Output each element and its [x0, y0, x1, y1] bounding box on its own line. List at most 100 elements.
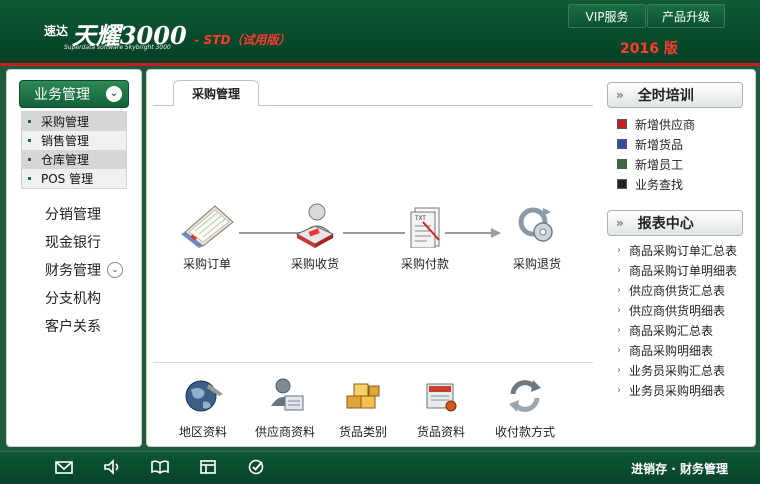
chevron-right-icon: ›: [617, 384, 621, 396]
report-item[interactable]: › 业务员采购明细表: [617, 380, 737, 400]
training-item-new-supplier[interactable]: 新增供应商: [617, 114, 695, 134]
report-item-label: 业务员采购明细表: [629, 383, 726, 398]
notebook-icon: [181, 205, 234, 248]
svg-text:TXT: TXT: [415, 215, 426, 222]
book-icon[interactable]: [150, 458, 170, 476]
submenu-label: POS 管理: [41, 172, 94, 186]
flow-purchase-order[interactable]: 采购订单: [169, 202, 245, 272]
book-icon: [617, 139, 627, 149]
report-item[interactable]: › 商品采购订单明细表: [617, 260, 737, 280]
globe-icon: [185, 380, 223, 412]
submenu-item-warehouse[interactable]: 仓库管理: [22, 150, 126, 169]
report-header[interactable]: » 报表中心: [607, 210, 743, 236]
sidebar-item-label: 分销管理: [45, 207, 101, 223]
speaker-icon[interactable]: [102, 458, 122, 476]
sidebar-item-distribution[interactable]: 分销管理: [7, 200, 143, 228]
report-item-label: 业务员采购汇总表: [629, 363, 726, 378]
chevron-right-icon: ›: [617, 264, 621, 276]
mail-icon[interactable]: [54, 458, 74, 476]
submenu-label: 销售管理: [41, 134, 90, 148]
base-supplier-data[interactable]: 供应商资料: [247, 376, 323, 440]
chevron-right-icon: ›: [617, 344, 621, 356]
book-icon: [617, 179, 627, 189]
section-divider: [153, 362, 593, 363]
double-chevron-icon: »: [616, 216, 624, 230]
double-chevron-icon: »: [616, 88, 624, 102]
report-item[interactable]: › 商品采购订单汇总表: [617, 240, 737, 260]
report-item[interactable]: › 业务员采购汇总表: [617, 360, 737, 380]
flow-purchase-payment[interactable]: TXT 采购付款: [387, 202, 463, 272]
sidebar-item-finance[interactable]: 财务管理 ⌄: [7, 256, 143, 284]
training-title: 全时培训: [637, 88, 694, 104]
sidebar-header-business[interactable]: 业务管理 ⌄: [19, 80, 129, 108]
report-item-label: 商品采购订单明细表: [629, 263, 738, 278]
sidebar-item-label: 客户关系: [45, 319, 101, 335]
chevron-right-icon: ›: [617, 304, 621, 316]
chevron-right-icon: ›: [617, 244, 621, 256]
training-list: 新增供应商 新增货品 新增员工 业务查找: [617, 114, 695, 194]
header-accent-line: [0, 63, 760, 66]
flow-label: 采购退货: [512, 257, 561, 271]
app-header: 速达 天耀3000 - STD（试用版） Superdata software …: [0, 0, 760, 66]
sidebar-submenu: 采购管理 销售管理 仓库管理 POS 管理: [21, 111, 127, 189]
bullet-icon: [28, 177, 31, 180]
chevron-down-icon: ⌄: [107, 262, 123, 278]
submenu-label: 采购管理: [41, 115, 90, 129]
book-icon: [617, 119, 627, 129]
goods-document-icon: [426, 383, 457, 412]
training-item-label: 新增货品: [635, 137, 684, 152]
boxes-icon: [346, 383, 380, 409]
bullet-icon: [28, 139, 31, 142]
window-icon[interactable]: [198, 458, 218, 476]
base-goods-category[interactable]: 货品类别: [325, 376, 401, 440]
vip-service-button[interactable]: VIP服务: [568, 4, 646, 28]
book-icon: [617, 159, 627, 169]
base-label: 供应商资料: [254, 425, 315, 439]
submenu-item-sales[interactable]: 销售管理: [22, 131, 126, 150]
sidebar-nav-list: 分销管理 现金银行 财务管理 ⌄ 分支机构 客户关系: [7, 200, 143, 340]
training-item-new-employee[interactable]: 新增员工: [617, 154, 695, 174]
flow-purchase-receipt[interactable]: 采购收货: [277, 202, 353, 272]
report-item[interactable]: › 供应商供货汇总表: [617, 280, 737, 300]
sidebar-item-customer[interactable]: 客户关系: [7, 312, 143, 340]
sidebar-header-label: 业务管理: [34, 87, 90, 103]
logo-subtitle: Superdata software Skybright 3000: [64, 44, 171, 51]
flow-label: 采购收货: [290, 257, 339, 271]
top-buttons: VIP服务 产品升级: [568, 4, 725, 28]
report-item[interactable]: › 商品采购明细表: [617, 340, 737, 360]
report-item[interactable]: › 供应商供货明细表: [617, 300, 737, 320]
flow-purchase-return[interactable]: 采购退货: [499, 202, 575, 272]
report-item-label: 商品采购汇总表: [629, 323, 714, 338]
report-list: › 商品采购订单汇总表 › 商品采购订单明细表 › 供应商供货汇总表 › 供应商供货明细…: [617, 240, 737, 400]
base-region-data[interactable]: 地区资料: [165, 376, 241, 440]
sidebar-item-label: 财务管理: [45, 263, 101, 279]
receiving-person-icon: [295, 203, 335, 248]
sidebar-item-branches[interactable]: 分支机构: [7, 284, 143, 312]
training-item-search[interactable]: 业务查找: [617, 174, 695, 194]
base-goods-data[interactable]: 货品资料: [403, 376, 479, 440]
sidebar: 业务管理 ⌄ 采购管理 销售管理 仓库管理 POS 管理 分销管理 现金银行 财…: [6, 69, 142, 447]
version-year: 2016 版: [620, 41, 678, 57]
report-item[interactable]: › 商品采购汇总表: [617, 320, 737, 340]
chevron-right-icon: ›: [617, 364, 621, 376]
base-payment-method[interactable]: 收付款方式: [487, 376, 563, 440]
app-footer: 进销存 · 财务管理: [0, 451, 760, 484]
chevron-down-icon: ⌄: [106, 86, 122, 102]
submenu-label: 仓库管理: [41, 153, 90, 167]
sidebar-item-cash-bank[interactable]: 现金银行: [7, 228, 143, 256]
sidebar-item-label: 分支机构: [45, 291, 101, 307]
training-item-new-goods[interactable]: 新增货品: [617, 134, 695, 154]
logo-edition: - STD（试用版）: [194, 33, 291, 47]
tab-purchase[interactable]: 采购管理: [173, 80, 259, 106]
training-item-label: 业务查找: [635, 177, 684, 192]
base-label: 货品类别: [338, 425, 387, 439]
submenu-item-purchase[interactable]: 采购管理: [22, 112, 126, 131]
report-item-label: 商品采购明细表: [629, 343, 714, 358]
base-label: 地区资料: [178, 425, 227, 439]
check-icon[interactable]: [246, 458, 266, 476]
sidebar-item-label: 现金银行: [45, 235, 101, 251]
product-upgrade-button[interactable]: 产品升级: [647, 4, 725, 28]
submenu-item-pos[interactable]: POS 管理: [22, 169, 126, 188]
training-header[interactable]: » 全时培训: [607, 82, 743, 108]
training-item-label: 新增员工: [635, 157, 684, 172]
